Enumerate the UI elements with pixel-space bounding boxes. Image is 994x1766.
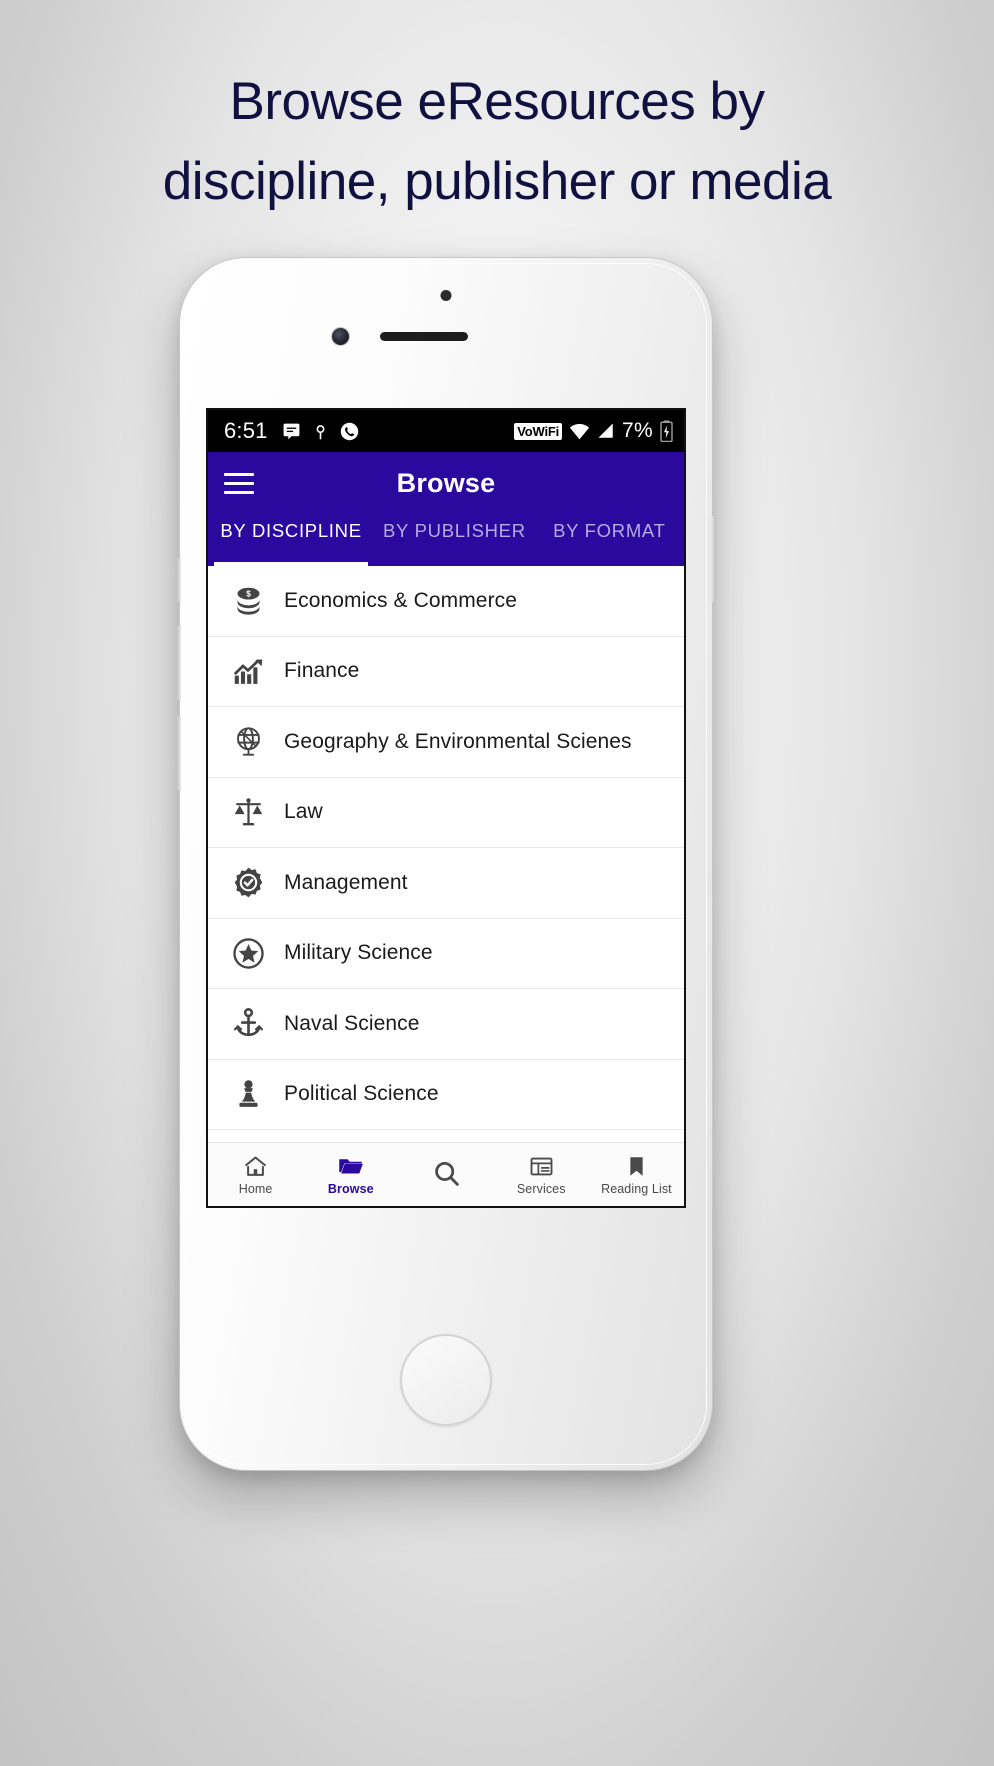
phone-volume-down-button <box>176 716 181 790</box>
bottom-nav-home[interactable]: Home <box>208 1154 303 1196</box>
folder-icon <box>337 1154 364 1180</box>
status-bar-system-icons: VoWiFi 7% <box>514 419 673 443</box>
page-title-line-2: discipline, publisher or media <box>162 152 832 211</box>
hamburger-bar-3 <box>224 490 254 494</box>
phone-volume-up-button <box>176 626 181 700</box>
bottom-nav-browse[interactable]: Browse <box>303 1154 398 1196</box>
tab-by-discipline-label: BY DISCIPLINE <box>220 520 362 541</box>
tab-by-publisher-label: BY PUBLISHER <box>383 520 526 541</box>
message-icon <box>282 422 301 441</box>
battery-percent-label: 7% <box>622 419 653 442</box>
list-item[interactable]: Law <box>208 777 684 848</box>
svg-text:$: $ <box>246 590 251 599</box>
vowifi-badge: VoWiFi <box>514 422 563 440</box>
earpiece-speaker <box>380 332 468 341</box>
list-item-label: Management <box>284 870 408 894</box>
list-item[interactable]: Management <box>208 848 684 919</box>
chess-pawn-icon <box>222 1072 274 1116</box>
phone-silent-switch <box>176 558 181 602</box>
hamburger-bar-2 <box>224 481 254 485</box>
status-bar-clock: 6:51 <box>224 418 268 443</box>
home-icon <box>243 1154 268 1180</box>
trending-chart-icon <box>222 649 274 693</box>
verified-badge-icon <box>222 861 274 905</box>
list-item-label: Law <box>284 800 323 824</box>
location-icon <box>311 422 330 441</box>
list-item-label: Military Science <box>284 941 433 965</box>
list-item-label: Finance <box>284 659 360 683</box>
status-bar: 6:51 VoWiFi 7% <box>208 410 684 452</box>
hamburger-menu-icon[interactable] <box>224 472 254 494</box>
page-title-line-1: Browse eResources by <box>229 72 765 131</box>
globe-icon <box>222 720 274 764</box>
list-item-label: Political Science <box>284 1082 439 1106</box>
bottom-navigation-bar: Home Browse Services Reading List <box>208 1142 684 1206</box>
bottom-nav-reading-list-label: Reading List <box>601 1181 672 1196</box>
hamburger-bar-1 <box>224 472 254 476</box>
wifi-icon <box>569 422 590 440</box>
tab-by-format[interactable]: BY FORMAT <box>535 514 684 566</box>
discipline-list[interactable]: $ Economics & Commerce Finance Geography… <box>208 566 684 1132</box>
bottom-nav-search[interactable] <box>398 1160 493 1189</box>
app-bar: Browse <box>208 452 684 514</box>
anchor-icon <box>222 1002 274 1046</box>
page-title: Browse eResources by discipline, publish… <box>0 62 994 222</box>
tab-by-discipline[interactable]: BY DISCIPLINE <box>208 514 374 566</box>
list-item[interactable]: Political Science <box>208 1059 684 1130</box>
bottom-nav-services-label: Services <box>516 1181 566 1196</box>
list-item[interactable]: Geography & Environmental Scienes <box>208 707 684 778</box>
bottom-nav-browse-label: Browse <box>327 1181 374 1196</box>
phone-home-button[interactable] <box>400 1334 492 1426</box>
bottom-nav-services[interactable]: Services <box>494 1154 589 1196</box>
services-list-icon <box>529 1154 554 1180</box>
coins-stack-icon: $ <box>222 579 274 623</box>
sensor-dot-icon <box>440 290 452 301</box>
list-item[interactable]: $ Economics & Commerce <box>208 566 684 637</box>
phone-power-button <box>711 516 716 602</box>
phone-mockup: 6:51 VoWiFi 7% Browse BY DISCIPLINE BY P… <box>176 258 716 1470</box>
list-item-label: Geography & Environmental Scienes <box>284 729 632 753</box>
status-bar-notification-icons <box>282 422 359 441</box>
charging-battery-icon <box>660 420 673 443</box>
tab-by-publisher[interactable]: BY PUBLISHER <box>374 514 535 566</box>
list-item[interactable]: Military Science <box>208 918 684 989</box>
front-camera-icon <box>332 328 349 345</box>
signal-icon <box>597 422 615 440</box>
tab-by-format-label: BY FORMAT <box>553 520 666 541</box>
list-item-label: Naval Science <box>284 1011 420 1035</box>
list-item-label: Economics & Commerce <box>284 588 518 612</box>
star-circle-icon <box>222 931 274 975</box>
list-item[interactable]: Naval Science <box>208 989 684 1060</box>
bookmark-icon <box>625 1154 648 1180</box>
bottom-nav-reading-list[interactable]: Reading List <box>589 1154 684 1196</box>
search-icon <box>432 1160 461 1186</box>
tab-bar: BY DISCIPLINE BY PUBLISHER BY FORMAT <box>208 514 684 566</box>
phone-call-icon <box>340 422 359 441</box>
scales-of-justice-icon <box>222 790 274 834</box>
list-item[interactable]: Finance <box>208 636 684 707</box>
app-bar-title: Browse <box>396 467 496 498</box>
phone-screen: 6:51 VoWiFi 7% Browse BY DISCIPLINE BY P… <box>208 410 684 1206</box>
bottom-nav-home-label: Home <box>238 1181 273 1196</box>
